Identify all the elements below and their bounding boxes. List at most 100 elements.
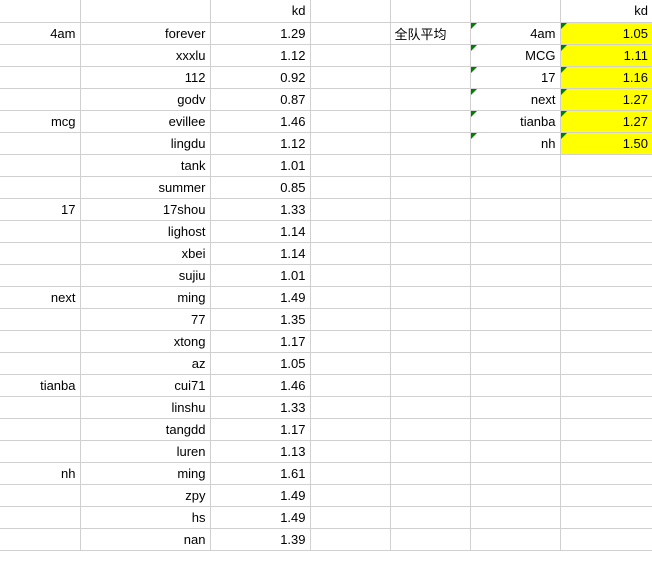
cell-blank[interactable] xyxy=(310,242,390,264)
cell-kd[interactable]: 0.85 xyxy=(210,176,310,198)
cell-kd[interactable]: 1.33 xyxy=(210,396,310,418)
cell-blank[interactable] xyxy=(390,440,470,462)
cell-blank[interactable] xyxy=(310,220,390,242)
cell-blank[interactable] xyxy=(390,44,470,66)
cell-blank[interactable] xyxy=(390,66,470,88)
cell-player[interactable]: az xyxy=(80,352,210,374)
cell-blank[interactable] xyxy=(390,242,470,264)
cell-blank[interactable] xyxy=(390,462,470,484)
cell-blank[interactable] xyxy=(310,286,390,308)
cell-team[interactable] xyxy=(0,418,80,440)
cell-blank[interactable] xyxy=(310,22,390,44)
cell-right-kd[interactable]: 1.50 xyxy=(560,132,652,154)
cell-blank[interactable] xyxy=(310,154,390,176)
cell-blank[interactable] xyxy=(310,418,390,440)
cell-player[interactable]: 77 xyxy=(80,308,210,330)
cell-team[interactable]: next xyxy=(0,286,80,308)
cell-blank[interactable] xyxy=(310,176,390,198)
cell-team[interactable] xyxy=(0,66,80,88)
cell-blank[interactable] xyxy=(560,352,652,374)
cell-blank[interactable] xyxy=(470,176,560,198)
header-kd-left[interactable]: kd xyxy=(210,0,310,22)
cell-blank[interactable] xyxy=(390,286,470,308)
cell-team[interactable] xyxy=(0,242,80,264)
cell-blank[interactable] xyxy=(390,198,470,220)
cell-blank[interactable] xyxy=(560,374,652,396)
cell-team[interactable] xyxy=(0,44,80,66)
cell-player[interactable]: tangdd xyxy=(80,418,210,440)
spreadsheet[interactable]: kdkd4amforever1.29全队平均4am1.05xxxlu1.12MC… xyxy=(0,0,652,551)
cell-kd[interactable]: 1.33 xyxy=(210,198,310,220)
cell-blank[interactable] xyxy=(560,308,652,330)
cell-right-team[interactable]: 4am xyxy=(470,22,560,44)
cell-kd[interactable]: 1.49 xyxy=(210,506,310,528)
cell-blank[interactable] xyxy=(310,132,390,154)
cell-team[interactable] xyxy=(0,132,80,154)
cell-kd[interactable]: 1.01 xyxy=(210,264,310,286)
cell-player[interactable] xyxy=(80,0,210,22)
cell-player[interactable]: nan xyxy=(80,528,210,550)
cell-blank[interactable] xyxy=(470,418,560,440)
cell-blank[interactable] xyxy=(470,396,560,418)
cell-team[interactable] xyxy=(0,176,80,198)
cell-right-team[interactable]: MCG xyxy=(470,44,560,66)
header-team-avg[interactable]: 全队平均 xyxy=(390,22,470,44)
cell-kd[interactable]: 1.12 xyxy=(210,132,310,154)
cell-player[interactable]: ming xyxy=(80,462,210,484)
cell-right-kd[interactable]: 1.27 xyxy=(560,88,652,110)
cell-blank[interactable] xyxy=(310,484,390,506)
cell-right-team[interactable]: 17 xyxy=(470,66,560,88)
cell-blank[interactable] xyxy=(560,440,652,462)
cell-kd[interactable]: 1.29 xyxy=(210,22,310,44)
cell-blank[interactable] xyxy=(310,528,390,550)
cell-blank[interactable] xyxy=(390,330,470,352)
cell-right-team[interactable]: nh xyxy=(470,132,560,154)
cell-team[interactable]: mcg xyxy=(0,110,80,132)
cell-blank[interactable] xyxy=(560,330,652,352)
cell-right-kd[interactable]: 1.05 xyxy=(560,22,652,44)
cell-blank[interactable] xyxy=(470,308,560,330)
cell-blank[interactable] xyxy=(560,418,652,440)
cell-team[interactable] xyxy=(0,528,80,550)
header-kd-right[interactable]: kd xyxy=(560,0,652,22)
cell-kd[interactable]: 0.92 xyxy=(210,66,310,88)
cell-player[interactable]: linshu xyxy=(80,396,210,418)
cell-team[interactable] xyxy=(0,396,80,418)
cell-kd[interactable]: 1.46 xyxy=(210,110,310,132)
cell-team[interactable] xyxy=(0,352,80,374)
cell-blank[interactable] xyxy=(390,308,470,330)
cell-blank[interactable] xyxy=(310,0,390,22)
cell-player[interactable]: evillee xyxy=(80,110,210,132)
cell-blank[interactable] xyxy=(390,110,470,132)
cell-blank[interactable] xyxy=(470,352,560,374)
cell-player[interactable]: 112 xyxy=(80,66,210,88)
cell-blank[interactable] xyxy=(470,330,560,352)
cell-blank[interactable] xyxy=(310,352,390,374)
cell-team[interactable] xyxy=(0,264,80,286)
cell-player[interactable]: cui71 xyxy=(80,374,210,396)
cell-player[interactable]: summer xyxy=(80,176,210,198)
cell-blank[interactable] xyxy=(310,198,390,220)
cell-blank[interactable] xyxy=(390,396,470,418)
cell-kd[interactable]: 1.13 xyxy=(210,440,310,462)
cell-blank[interactable] xyxy=(470,462,560,484)
cell-kd[interactable]: 1.46 xyxy=(210,374,310,396)
cell-right-kd[interactable]: 1.27 xyxy=(560,110,652,132)
cell-blank[interactable] xyxy=(470,0,560,22)
cell-blank[interactable] xyxy=(310,110,390,132)
cell-player[interactable]: forever xyxy=(80,22,210,44)
cell-blank[interactable] xyxy=(390,484,470,506)
cell-player[interactable]: xxxlu xyxy=(80,44,210,66)
cell-blank[interactable] xyxy=(310,264,390,286)
cell-blank[interactable] xyxy=(470,154,560,176)
cell-team[interactable] xyxy=(0,154,80,176)
cell-kd[interactable]: 1.17 xyxy=(210,330,310,352)
cell-kd[interactable]: 1.12 xyxy=(210,44,310,66)
cell-player[interactable]: lighost xyxy=(80,220,210,242)
cell-team[interactable] xyxy=(0,88,80,110)
cell-blank[interactable] xyxy=(310,44,390,66)
cell-player[interactable]: luren xyxy=(80,440,210,462)
cell-kd[interactable]: 0.87 xyxy=(210,88,310,110)
cell-blank[interactable] xyxy=(310,66,390,88)
cell-player[interactable]: sujiu xyxy=(80,264,210,286)
